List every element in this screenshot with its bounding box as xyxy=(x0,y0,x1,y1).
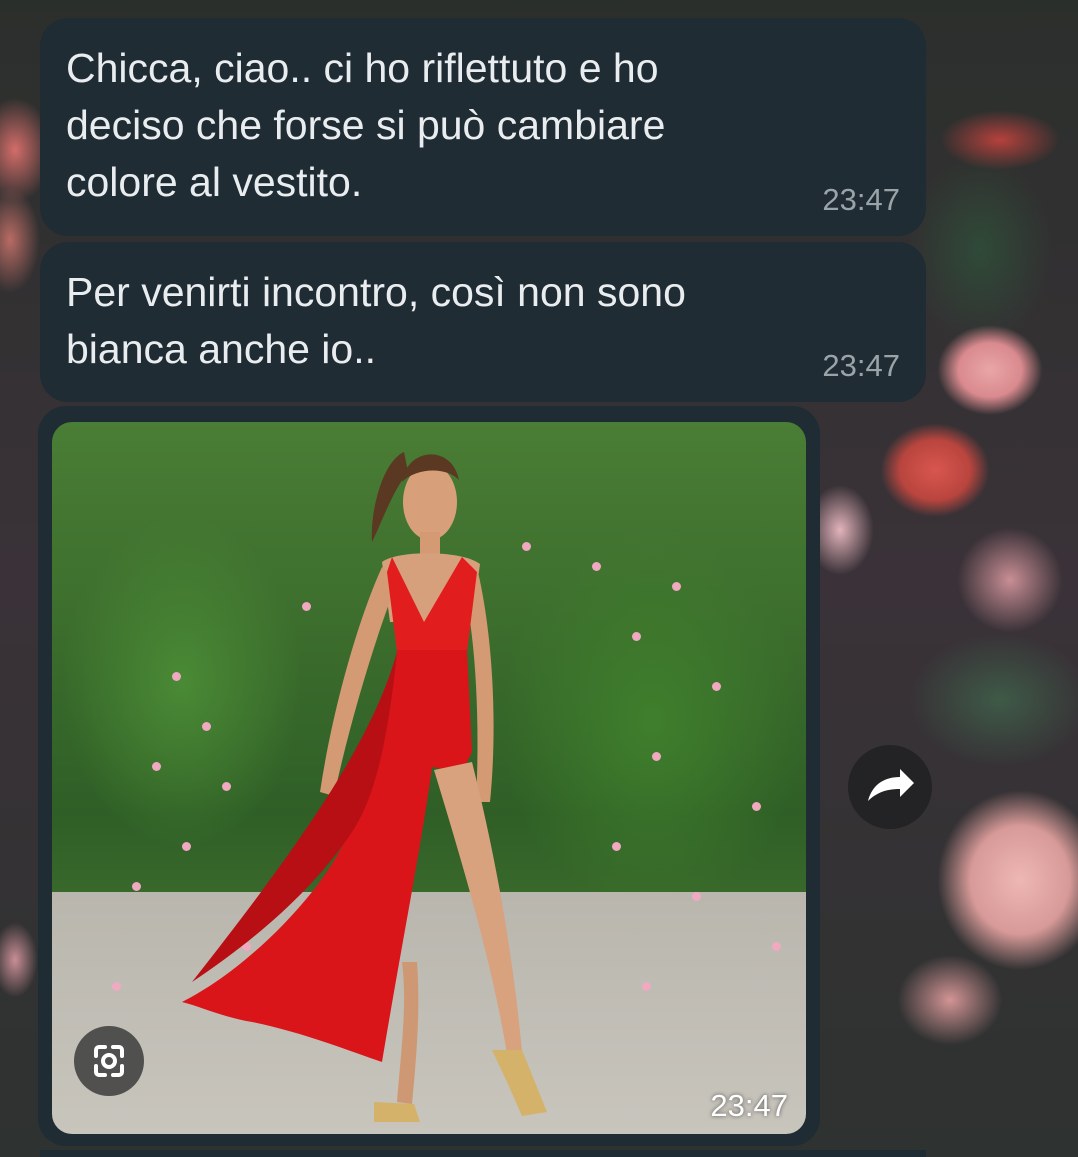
image-message-bubble[interactable]: 23:47 xyxy=(38,406,820,1146)
next-message-edge xyxy=(40,1150,926,1157)
scan-button[interactable] xyxy=(74,1026,144,1096)
message-photo[interactable]: 23:47 xyxy=(52,422,806,1134)
scan-icon xyxy=(94,1045,124,1077)
message-bubble[interactable]: Chicca, ciao.. ci ho riflettuto e ho dec… xyxy=(40,18,926,236)
woman-in-red-dress-figure xyxy=(182,452,547,1122)
message-text: Chicca, ciao.. ci ho riflettuto e ho dec… xyxy=(66,45,666,205)
message-timestamp: 23:47 xyxy=(710,1088,788,1123)
message-text: Per venirti incontro, così non sono bian… xyxy=(66,269,686,372)
message-timestamp: 23:47 xyxy=(822,182,900,217)
message-timestamp: 23:47 xyxy=(822,348,900,383)
forward-button[interactable] xyxy=(848,745,932,829)
message-bubble[interactable]: Per venirti incontro, così non sono bian… xyxy=(40,242,926,402)
forward-icon xyxy=(868,769,914,801)
